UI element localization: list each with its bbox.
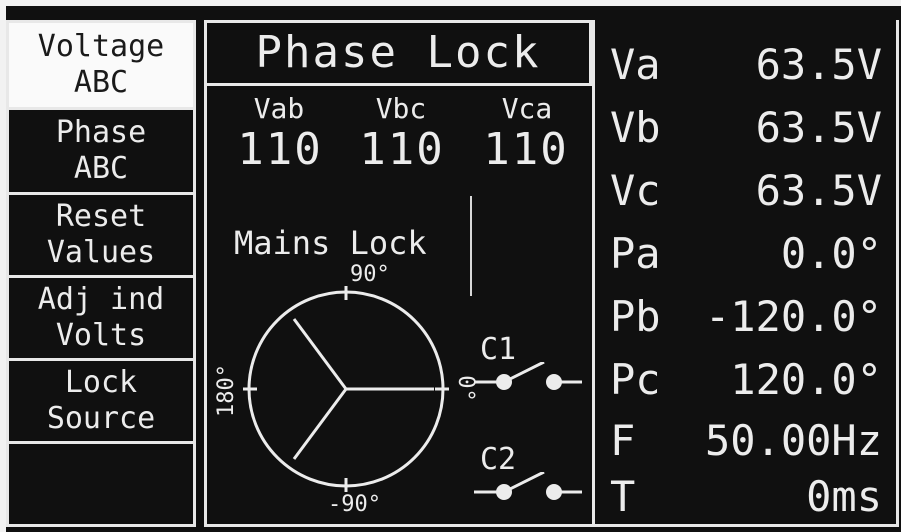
readout-name: Pc [610,355,661,404]
angle-left-label: 180° [213,364,239,417]
softkey-label-line1: Voltage [37,29,165,64]
readout-value: -120.0° [704,292,882,341]
softkey-adj-ind-volts[interactable]: Adj ind Volts [6,275,196,361]
readout-name: T [610,472,636,521]
readout-name: Va [610,40,661,89]
readout-name: Vc [610,166,661,215]
softkey-label-line2: ABC [73,65,129,100]
vab-value: 110 [237,124,323,175]
frame-right-edge [896,20,899,527]
readout-value: 0ms [806,472,882,521]
page-title: Phase Lock [204,20,592,86]
softkey-label-line1: Lock [64,365,138,400]
softkey-blank[interactable] [6,441,196,527]
softkey-label-line2: Values [46,235,156,270]
softkey-label-line2: Source [46,401,156,436]
contactor-c2-switch-icon [474,472,582,500]
readout-pa: Pa 0.0° [610,229,882,279]
readout-value: 0.0° [780,229,882,278]
readout-name: Vb [610,103,661,152]
softkey-label-line1: Reset [55,199,147,234]
phasor-diagram [243,286,449,492]
instrument-display: Voltage ABC Phase ABC Reset Values Adj i… [0,0,901,532]
vbc-value: 110 [359,124,445,175]
softkey-label-line1: Phase [55,115,147,150]
readout-pc: Pc 120.0° [610,355,882,405]
readout-value: 63.5V [755,166,882,215]
angle-top-label: 90° [350,262,390,287]
readout-value: 63.5V [755,103,882,152]
softkey-phase-abc[interactable]: Phase ABC [6,107,196,195]
phasor-c [292,388,348,460]
vca-value: 110 [483,124,569,175]
readout-time: T 0ms [610,472,882,522]
readout-vb: Vb 63.5V [610,103,882,153]
readout-value: 120.0° [730,355,882,404]
readout-name: F [610,416,636,465]
softkey-reset-values[interactable]: Reset Values [6,192,196,278]
softkey-label-line2: ABC [73,151,129,186]
readout-pb: Pb -120.0° [610,292,882,342]
readout-value: 63.5V [755,40,882,89]
softkey-voltage-abc[interactable]: Voltage ABC [6,20,196,110]
readout-value: 50.00Hz [704,416,882,465]
readout-vc: Vc 63.5V [610,166,882,216]
readout-name: Pb [610,292,661,341]
readout-va: Va 63.5V [610,40,882,90]
angle-bottom-label: -90° [328,492,381,517]
softkey-lock-source[interactable]: Lock Source [6,358,196,444]
contactor-c1-switch-icon [474,362,582,390]
phasor-b [292,318,348,390]
readout-frequency: F 50.00Hz [610,416,882,466]
readout-name: Pa [610,229,661,278]
vbc-label: Vbc [375,92,427,125]
softkey-label-line1: Adj ind [37,282,165,317]
frame-bottom-edge [204,524,898,527]
vca-label: Vca [501,92,553,125]
softkey-label-line2: Volts [55,318,147,353]
vab-label: Vab [253,92,305,125]
